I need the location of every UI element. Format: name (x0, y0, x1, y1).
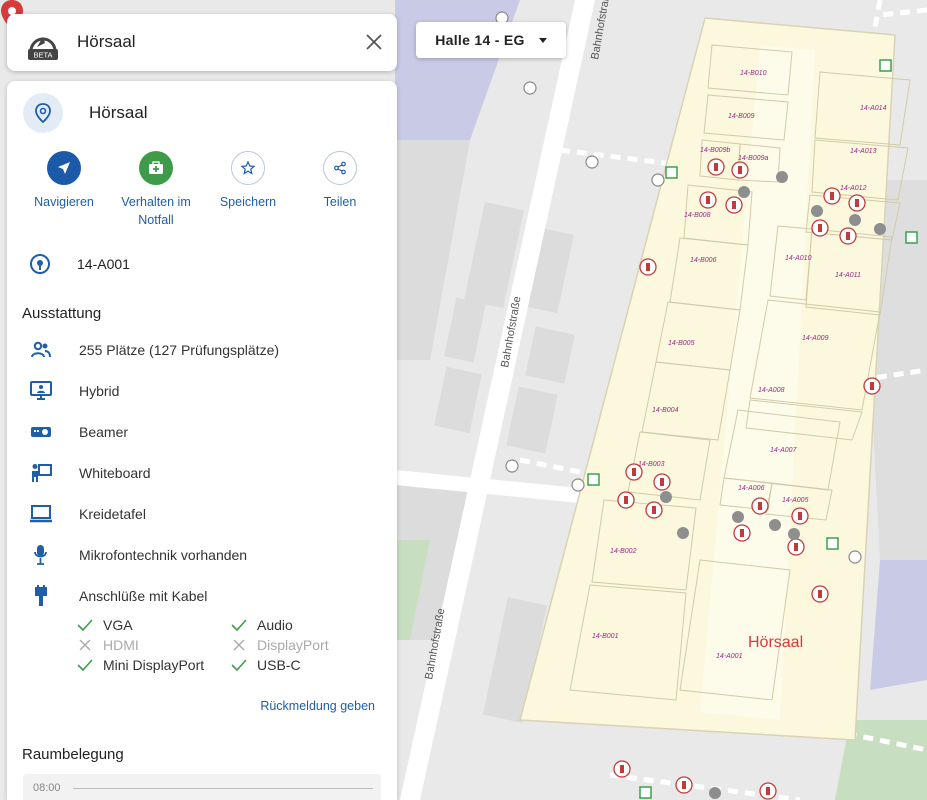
check-icon (231, 617, 247, 633)
room-label: 14-A011 (835, 272, 861, 279)
port-item: Audio (231, 617, 293, 633)
room-label: 14-B009 (728, 113, 755, 120)
port-item: HDMI (77, 637, 139, 653)
close-icon[interactable] (362, 30, 386, 54)
action-bar: Navigieren Verhalten im Notfall Speicher… (7, 151, 397, 231)
port-label: Mini DisplayPort (103, 657, 205, 673)
port-item: USB-C (231, 657, 301, 673)
room-label: 14-A001 (716, 653, 743, 660)
room-label: 14-A012 (840, 185, 867, 192)
equipment-item: 255 Plätze (127 Prüfungsplätze) (29, 338, 279, 362)
room-label: 14-B004 (652, 407, 679, 414)
navigate-button[interactable]: Navigieren (14, 151, 114, 211)
port-item: DisplayPort (231, 637, 329, 653)
port-label: HDMI (103, 637, 139, 653)
people-icon (29, 338, 53, 362)
hybrid-icon (29, 379, 53, 403)
schedule-time: 08:00 (33, 782, 61, 794)
equipment-item: Kreidetafel (29, 502, 146, 526)
microphone-icon (29, 543, 53, 567)
save-label: Speichern (219, 195, 277, 209)
room-label: 14-B005 (668, 340, 695, 347)
place-title: Hörsaal (89, 103, 148, 122)
equipment-label: Hybrid (79, 383, 120, 399)
map-pin-icon (35, 103, 51, 123)
chalkboard-icon (29, 502, 53, 526)
schedule-title: Raumbelegung (22, 746, 124, 763)
equipment-label: Whiteboard (79, 465, 151, 481)
floor-select-label: Halle 14 - EG (435, 32, 525, 48)
room-label: 14-A010 (785, 255, 812, 262)
emergency-label: Verhalten im Notfall (121, 195, 191, 227)
emergency-button[interactable]: Verhalten im Notfall (106, 151, 206, 229)
location-icon (30, 254, 50, 274)
port-label: Audio (257, 617, 293, 633)
room-number: 14-A001 (77, 256, 130, 272)
schedule-timeline[interactable]: 08:00 (23, 774, 381, 800)
app-logo: BETA (28, 37, 58, 60)
floor-select[interactable]: Halle 14 - EG (416, 22, 566, 58)
caret-down-icon (538, 37, 547, 43)
room-number-row: 14-A001 (29, 253, 130, 275)
room-label: 14-A014 (860, 105, 887, 112)
star-icon (231, 151, 265, 185)
equipment-label: 255 Plätze (127 Prüfungsplätze) (79, 342, 280, 358)
equipment-label: Anschlüße mit Kabel (79, 588, 208, 604)
room-label: 14-A008 (758, 387, 785, 394)
navigate-icon (47, 151, 81, 185)
equipment-item: Hybrid (29, 379, 119, 403)
equipment-item: Beamer (29, 420, 128, 444)
share-label: Teilen (323, 195, 357, 209)
feedback-link[interactable]: Rückmeldung geben (260, 699, 375, 713)
search-input[interactable]: Hörsaal (77, 32, 136, 52)
equipment-item: Anschlüße mit Kabel (29, 584, 207, 608)
room-label: 14-B009a (738, 155, 768, 162)
whiteboard-icon (29, 461, 53, 485)
cross-icon (77, 637, 93, 653)
check-icon (77, 657, 93, 673)
port-label: VGA (103, 617, 133, 633)
details-panel: Hörsaal Navigieren Verhalten im Notfall … (7, 81, 397, 800)
room-label: 14-B003 (638, 461, 665, 468)
room-label: 14-B006 (690, 257, 717, 264)
beta-badge: BETA (33, 51, 52, 60)
schedule-line (73, 788, 373, 789)
equipment-label: Beamer (79, 424, 129, 440)
room-label: 14-A007 (770, 447, 798, 454)
room-label: 14-A006 (738, 485, 765, 492)
place-icon (23, 93, 63, 133)
cross-icon (231, 637, 247, 653)
share-icon (323, 151, 357, 185)
room-label: 14-A005 (782, 497, 809, 504)
room-label: 14-A013 (850, 148, 877, 155)
check-icon (231, 657, 247, 673)
cable-icon (29, 584, 53, 608)
room-label: 14-B002 (610, 548, 637, 555)
port-label: USB-C (257, 657, 301, 673)
share-button[interactable]: Teilen (290, 151, 390, 211)
equipment-label: Kreidetafel (79, 506, 146, 522)
equipment-title: Ausstattung (22, 305, 102, 322)
save-button[interactable]: Speichern (198, 151, 298, 211)
pin-label: Hörsaal (748, 634, 804, 651)
room-label: 14-B001 (592, 633, 619, 640)
room-label: 14-B010 (740, 70, 767, 77)
room-label: 14-A009 (802, 335, 829, 342)
place-header: Hörsaal (23, 93, 148, 133)
room-label: 14-B008 (684, 212, 711, 219)
equipment-item: Mikrofontechnik vorhanden (29, 543, 247, 567)
projector-icon (29, 420, 53, 444)
port-label: DisplayPort (257, 637, 329, 653)
port-item: VGA (77, 617, 133, 633)
search-bar[interactable]: BETA Hörsaal (7, 14, 397, 71)
equipment-item: Whiteboard (29, 461, 151, 485)
equipment-label: Mikrofontechnik vorhanden (79, 547, 248, 563)
port-item: Mini DisplayPort (77, 657, 204, 673)
navigate-label: Navigieren (34, 195, 94, 209)
check-icon (77, 617, 93, 633)
first-aid-icon (139, 151, 173, 185)
room-label: 14-B009b (700, 147, 730, 154)
